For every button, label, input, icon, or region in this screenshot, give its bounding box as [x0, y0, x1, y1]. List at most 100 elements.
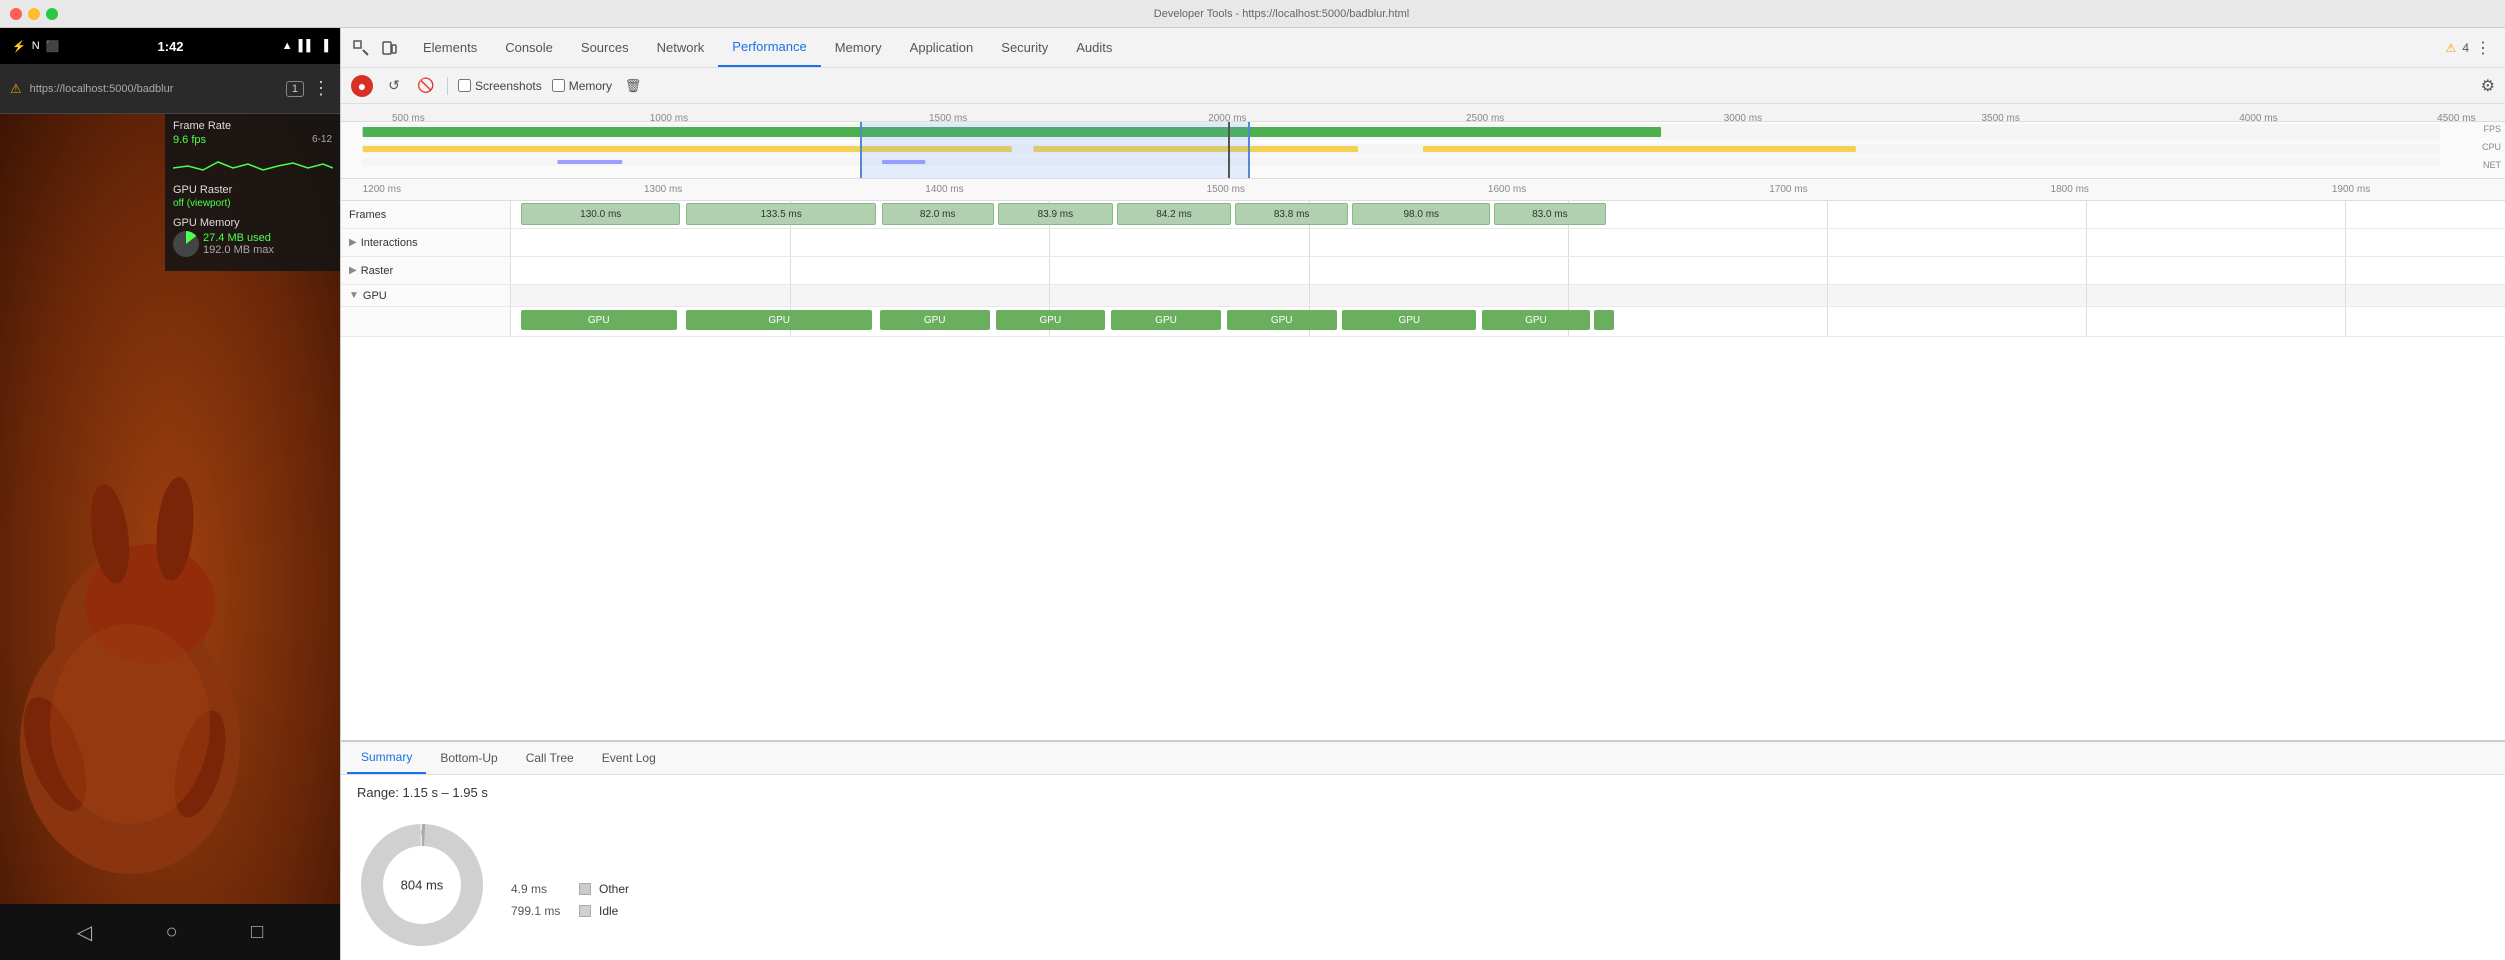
- clear-button[interactable]: 🚫: [415, 75, 437, 97]
- interactions-expand-arrow[interactable]: ▶: [349, 237, 357, 248]
- vline-raster-4: [1568, 257, 1569, 284]
- vline-int-3: [1309, 229, 1310, 256]
- clear-recording-button[interactable]: 🗑: [622, 75, 644, 97]
- vline-gpu-l5: [1827, 285, 1828, 306]
- idle-label: Idle: [599, 904, 618, 918]
- address-url[interactable]: https://localhost:5000/badblur: [30, 83, 278, 95]
- gpu-block-0[interactable]: GPU: [521, 310, 677, 330]
- memory-checkbox-group[interactable]: Memory: [552, 79, 612, 93]
- legend-item-idle: 799.1 ms Idle: [511, 904, 629, 918]
- battery-icon: ▐: [320, 40, 328, 52]
- overview-fps-chart: [341, 122, 2505, 179]
- minimize-button[interactable]: [28, 8, 40, 20]
- frame-block-7[interactable]: 83.0 ms: [1494, 203, 1606, 225]
- overview-charts[interactable]: FPS CPU NET: [341, 122, 2505, 179]
- overlay-panel: Frame Rate 9.6 fps 6-12 GPU Raster off (…: [165, 114, 340, 271]
- gpu-expand-arrow[interactable]: ▼: [349, 290, 359, 301]
- settings-icon[interactable]: ⋮: [2475, 38, 2491, 58]
- tab-bottom-up[interactable]: Bottom-Up: [426, 742, 511, 774]
- gpu-block-5[interactable]: GPU: [1227, 310, 1337, 330]
- raster-row: ▶ Raster: [341, 257, 2505, 285]
- cursor-line: [1228, 122, 1230, 179]
- tab-sources[interactable]: Sources: [567, 28, 643, 67]
- tab-elements[interactable]: Elements: [409, 28, 491, 67]
- tab-event-log[interactable]: Event Log: [588, 742, 670, 774]
- raster-row-label: ▶ Raster: [341, 257, 511, 284]
- frame-block-6[interactable]: 98.0 ms: [1352, 203, 1490, 225]
- record-button[interactable]: ●: [351, 75, 373, 97]
- menu-icon[interactable]: ⋮: [312, 78, 330, 99]
- vline-gpub-7: [2345, 307, 2346, 336]
- device-toolbar-icon[interactable]: [375, 34, 403, 62]
- gpu-block-1[interactable]: GPU: [686, 310, 871, 330]
- frame-block-4[interactable]: 84.2 ms: [1117, 203, 1231, 225]
- back-nav-icon[interactable]: ◁: [77, 920, 92, 945]
- screenshots-checkbox[interactable]: [458, 79, 471, 92]
- memory-checkbox[interactable]: [552, 79, 565, 92]
- toolbar-separator-1: [447, 77, 448, 95]
- vline-int-7: [2345, 229, 2346, 256]
- timeline-mark-1200ms: 1200 ms: [363, 184, 401, 195]
- selection-overlay[interactable]: [860, 122, 1250, 179]
- frame-block-0[interactable]: 130.0 ms: [521, 203, 681, 225]
- gpu-block-7[interactable]: GPU: [1482, 310, 1590, 330]
- frames-row-content[interactable]: 130.0 ms 133.5 ms 82.0 ms 83.9 ms 84.2 m…: [511, 201, 2505, 228]
- maximize-button[interactable]: [46, 8, 58, 20]
- tab-application[interactable]: Application: [896, 28, 988, 67]
- vline-int-6: [2086, 229, 2087, 256]
- vline-gpu-l3: [1309, 285, 1310, 306]
- home-nav-icon[interactable]: ○: [166, 921, 178, 944]
- phone-addressbar: ⚠ https://localhost:5000/badblur 1 ⋮: [0, 64, 340, 114]
- tab-audits[interactable]: Audits: [1062, 28, 1126, 67]
- tab-summary[interactable]: Summary: [347, 742, 426, 774]
- tab-security[interactable]: Security: [987, 28, 1062, 67]
- vline-int-4: [1568, 229, 1569, 256]
- gpu-block-8[interactable]: [1594, 310, 1614, 330]
- tab-count-badge[interactable]: 1: [286, 81, 304, 97]
- vline-gpu-l1: [790, 285, 791, 306]
- gpu-block-3[interactable]: GPU: [996, 310, 1106, 330]
- timeline-mark-1700ms: 1700 ms: [1769, 184, 1807, 195]
- settings-gear-button[interactable]: ⚙: [2481, 76, 2495, 96]
- reload-record-button[interactable]: ↺: [383, 75, 405, 97]
- raster-label-text: Raster: [361, 265, 393, 277]
- fps-chart: [173, 148, 333, 176]
- gpu-blocks-row-content[interactable]: GPU GPU GPU GPU GPU GPU GPU GPU: [511, 307, 2505, 336]
- screenshots-checkbox-group[interactable]: Screenshots: [458, 79, 542, 93]
- vline-raster-2: [1049, 257, 1050, 284]
- memory-values: 27.4 MB used 192.0 MB max: [203, 232, 274, 256]
- raster-expand-arrow[interactable]: ▶: [349, 265, 357, 276]
- recents-nav-icon[interactable]: □: [251, 921, 263, 944]
- frame-block-3[interactable]: 83.9 ms: [998, 203, 1114, 225]
- tab-network[interactable]: Network: [643, 28, 719, 67]
- gpu-label-row: ▼ GPU: [341, 285, 2505, 307]
- security-warning-icon: ⚠: [10, 81, 22, 97]
- fps-value: 9.6 fps: [173, 134, 206, 146]
- raster-row-content: [511, 257, 2505, 284]
- gpu-memory-title: GPU Memory: [173, 217, 332, 229]
- tab-memory[interactable]: Memory: [821, 28, 896, 67]
- fps-chart-label: FPS: [2483, 124, 2501, 134]
- gpu-block-4[interactable]: GPU: [1111, 310, 1221, 330]
- gpu-block-2[interactable]: GPU: [880, 310, 990, 330]
- tab-call-tree[interactable]: Call Tree: [512, 742, 588, 774]
- frame-block-5[interactable]: 83.8 ms: [1235, 203, 1349, 225]
- gpu-block-6[interactable]: GPU: [1342, 310, 1476, 330]
- devtools-tabbar: Elements Console Sources Network Perform…: [341, 28, 2505, 68]
- tab-console[interactable]: Console: [491, 28, 567, 67]
- close-button[interactable]: [10, 8, 22, 20]
- vline-raster-6: [2086, 257, 2087, 284]
- window-controls[interactable]: [10, 8, 58, 20]
- other-label: Other: [599, 882, 629, 896]
- warning-icon: ⚠: [2446, 41, 2457, 55]
- frame-block-1[interactable]: 133.5 ms: [686, 203, 875, 225]
- frame-block-2[interactable]: 82.0 ms: [882, 203, 994, 225]
- tab-performance[interactable]: Performance: [718, 28, 820, 67]
- frames-row-label: Frames: [341, 201, 511, 228]
- phone-navbar: ◁ ○ □: [0, 904, 340, 960]
- donut-center-label: 804 ms: [401, 878, 444, 893]
- vline-5: [1827, 201, 1828, 228]
- timeline-mark-1300ms: 1300 ms: [644, 184, 682, 195]
- memory-checkbox-label: Memory: [569, 79, 612, 93]
- inspect-element-icon[interactable]: [347, 34, 375, 62]
